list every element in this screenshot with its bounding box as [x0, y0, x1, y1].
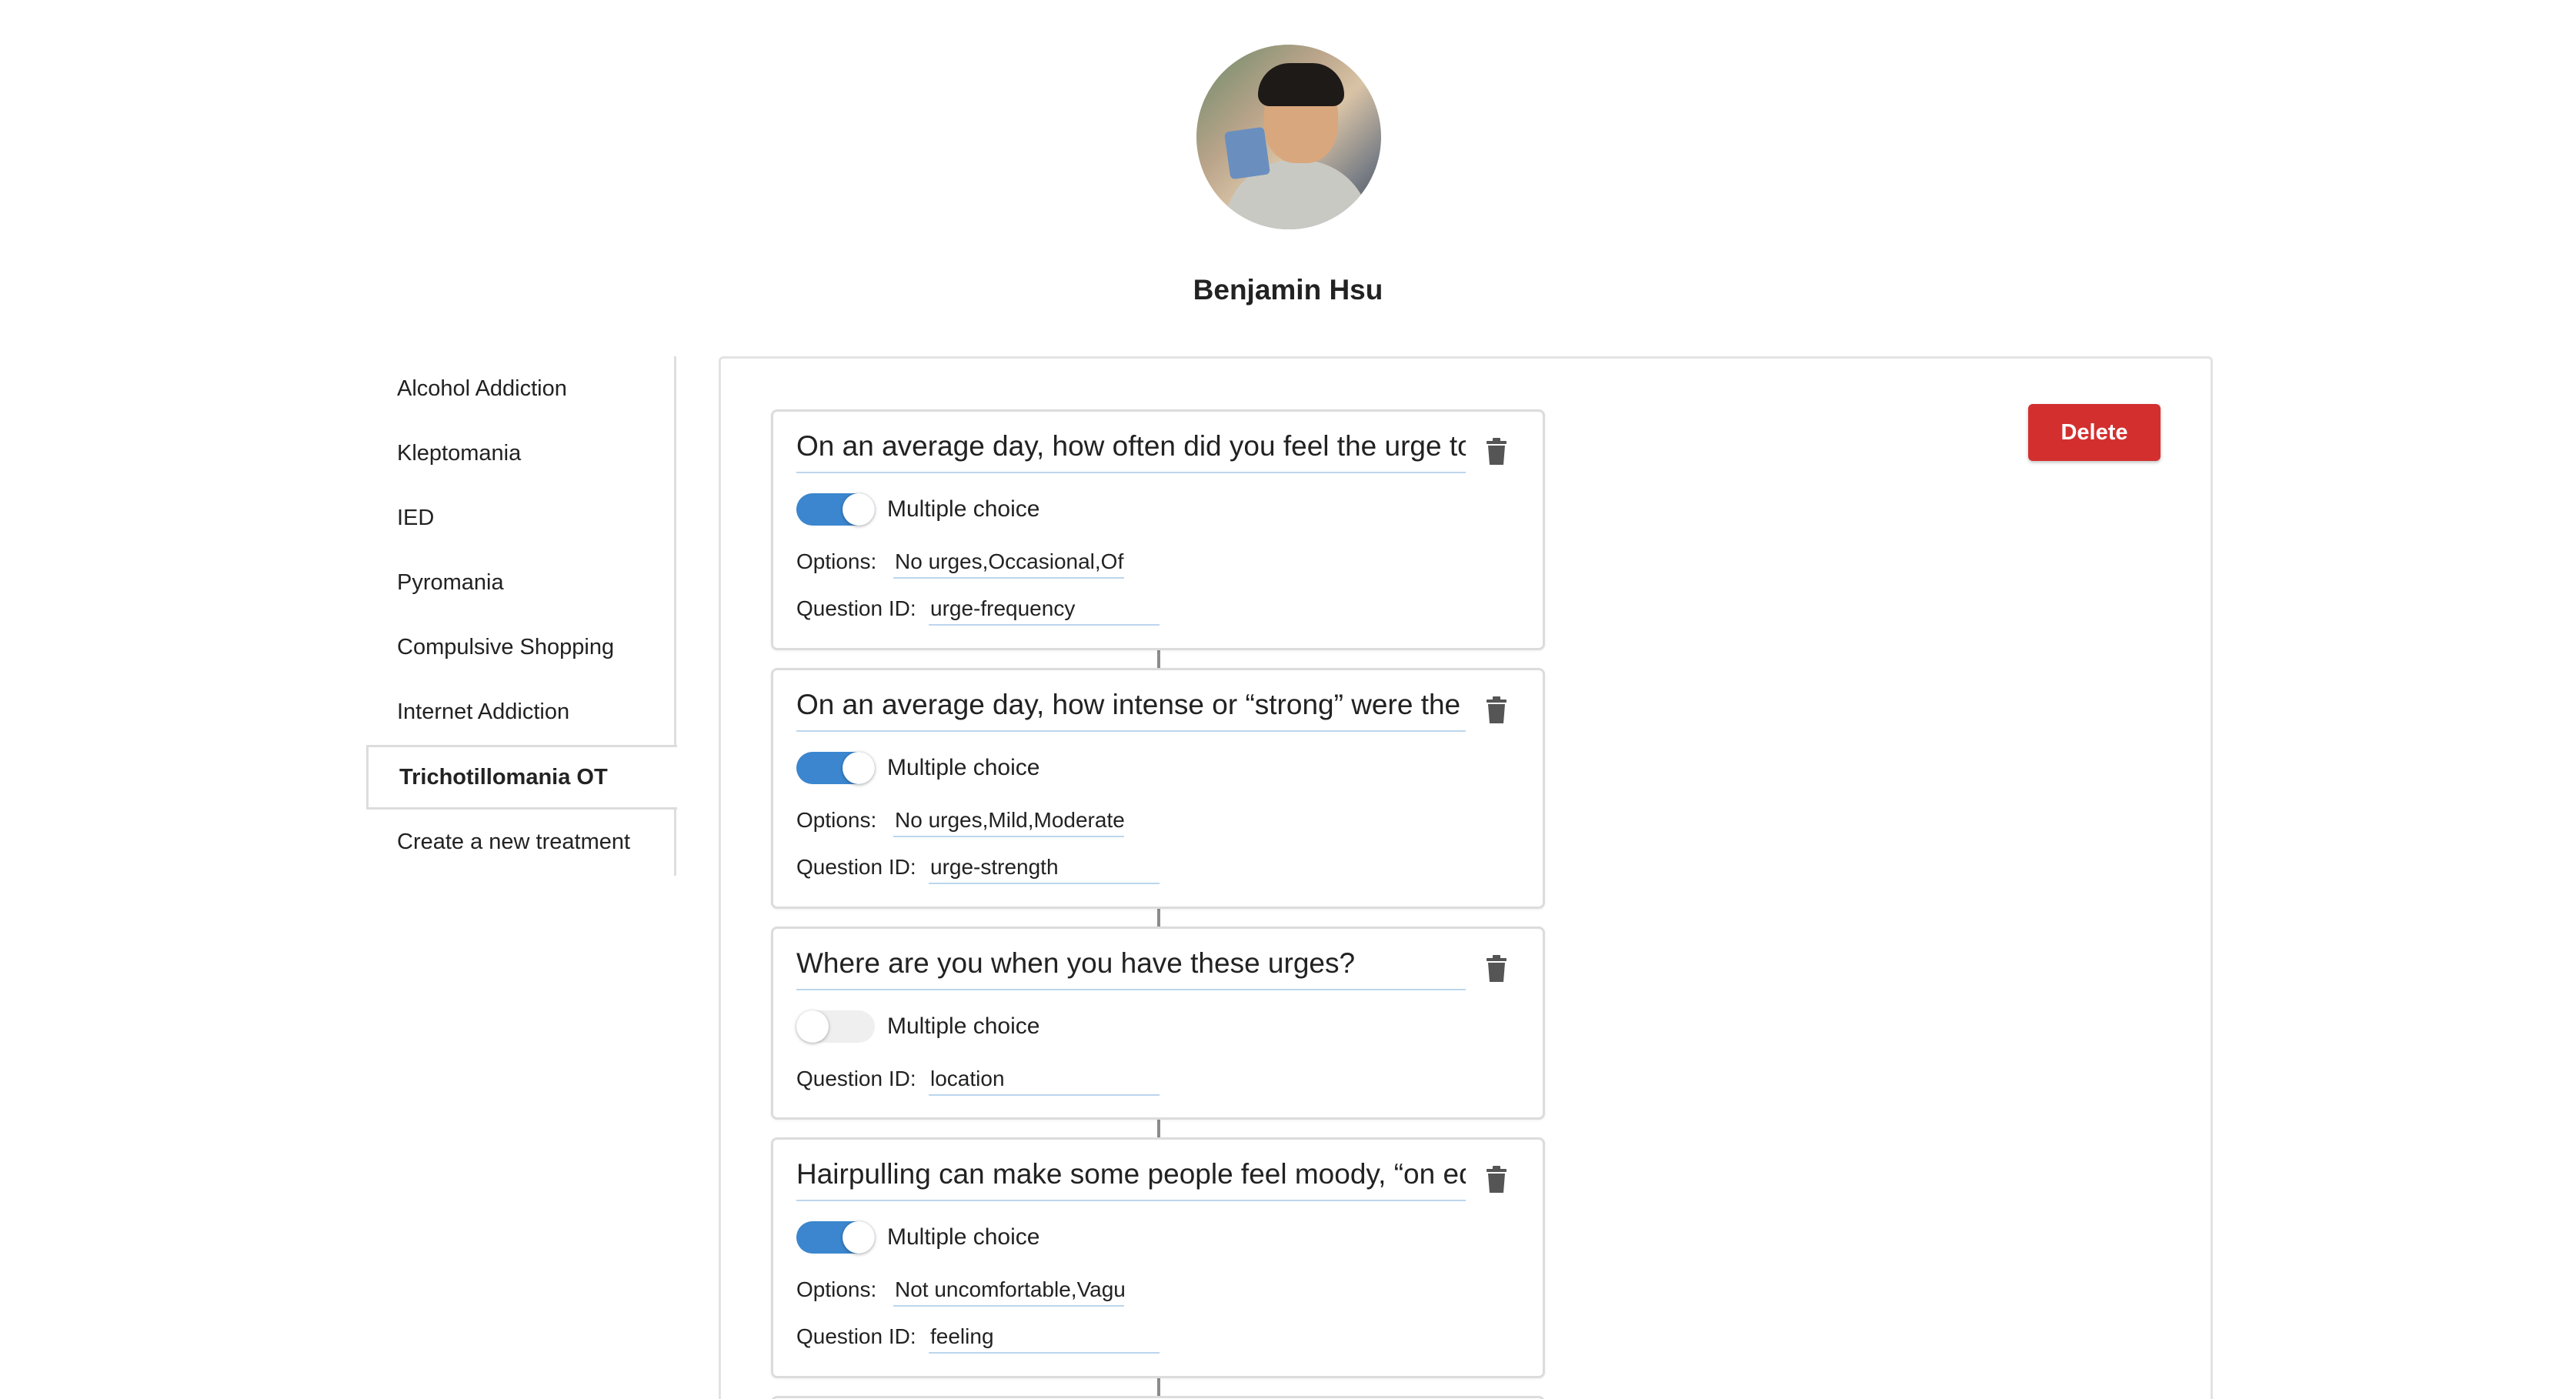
- question-card: Where are you when you have these urges?…: [771, 927, 1545, 1120]
- trash-icon[interactable]: [1486, 1166, 1507, 1194]
- toggle-knob: [843, 752, 875, 784]
- card-connector: [1157, 649, 1160, 669]
- options-label: Options:: [796, 808, 877, 832]
- toggle-knob: [796, 1010, 829, 1043]
- options-input[interactable]: Not uncomfortable,Vagu: [893, 1274, 1124, 1307]
- question-id-label: Question ID:: [796, 1324, 916, 1348]
- multiple-choice-toggle[interactable]: [796, 1221, 875, 1254]
- avatar-card: [1223, 126, 1271, 180]
- question-id-label: Question ID:: [796, 855, 916, 879]
- question-id-input[interactable]: location: [929, 1063, 1160, 1096]
- app-root: Benjamin Hsu Alcohol Addiction Kleptoman…: [0, 0, 2576, 1399]
- sidebar-item-internet-addiction[interactable]: Internet Addiction: [366, 679, 676, 744]
- multiple-choice-label: Multiple choice: [887, 755, 1040, 780]
- sidebar-item-compulsive-shopping[interactable]: Compulsive Shopping: [366, 615, 676, 679]
- profile-name: Benjamin Hsu: [1193, 274, 1383, 306]
- multiple-choice-label: Multiple choice: [887, 496, 1040, 522]
- question-title-input[interactable]: On an average day, how intense or “stron…: [796, 684, 1466, 732]
- question-title-input[interactable]: On an average day, how often did you fee…: [796, 426, 1466, 473]
- question-title-input[interactable]: Where are you when you have these urges?: [796, 943, 1466, 990]
- card-connector: [1157, 1118, 1160, 1138]
- multiple-choice-toggle[interactable]: [796, 493, 875, 526]
- avatar[interactable]: [1196, 45, 1381, 229]
- delete-button[interactable]: Delete: [2028, 404, 2161, 461]
- question-card: Hairpulling can make some people feel mo…: [771, 1137, 1545, 1378]
- multiple-choice-toggle[interactable]: [796, 1010, 875, 1043]
- question-card: On an average day, how often did you fee…: [771, 409, 1545, 650]
- options-input[interactable]: No urges,Occasional,Oft: [893, 546, 1124, 579]
- sidebar-item-ied[interactable]: IED: [366, 486, 676, 550]
- question-id-input[interactable]: urge-strength: [929, 852, 1160, 884]
- toggle-knob: [843, 1221, 875, 1254]
- card-connector: [1157, 907, 1160, 927]
- options-input[interactable]: No urges,Mild,Moderate: [893, 805, 1124, 837]
- sidebar-item-trichotillomania-ot[interactable]: Trichotillomania OT: [366, 745, 677, 810]
- sidebar-item-alcohol-addiction[interactable]: Alcohol Addiction: [366, 356, 676, 421]
- avatar-hair: [1258, 63, 1344, 106]
- question-id-input[interactable]: urge-frequency: [929, 593, 1160, 626]
- question-id-label: Question ID:: [796, 1067, 916, 1090]
- sidebar: Alcohol Addiction Kleptomania IED Pyroma…: [366, 356, 677, 876]
- trash-icon[interactable]: [1486, 955, 1507, 983]
- toggle-knob: [843, 493, 875, 526]
- multiple-choice-label: Multiple choice: [887, 1224, 1040, 1250]
- options-label: Options:: [796, 549, 877, 573]
- question-card: [771, 1396, 1545, 1399]
- trash-icon[interactable]: [1486, 696, 1507, 724]
- question-id-input[interactable]: feeling: [929, 1321, 1160, 1354]
- options-label: Options:: [796, 1277, 877, 1301]
- question-id-label: Question ID:: [796, 596, 916, 620]
- sidebar-item-pyromania[interactable]: Pyromania: [366, 550, 676, 615]
- sidebar-item-kleptomania[interactable]: Kleptomania: [366, 421, 676, 486]
- multiple-choice-label: Multiple choice: [887, 1013, 1040, 1039]
- question-card: On an average day, how intense or “stron…: [771, 668, 1545, 909]
- multiple-choice-toggle[interactable]: [796, 752, 875, 784]
- question-title-input[interactable]: Hairpulling can make some people feel mo…: [796, 1154, 1466, 1201]
- sidebar-item-create-new-treatment[interactable]: Create a new treatment: [366, 810, 676, 874]
- trash-icon[interactable]: [1486, 438, 1507, 466]
